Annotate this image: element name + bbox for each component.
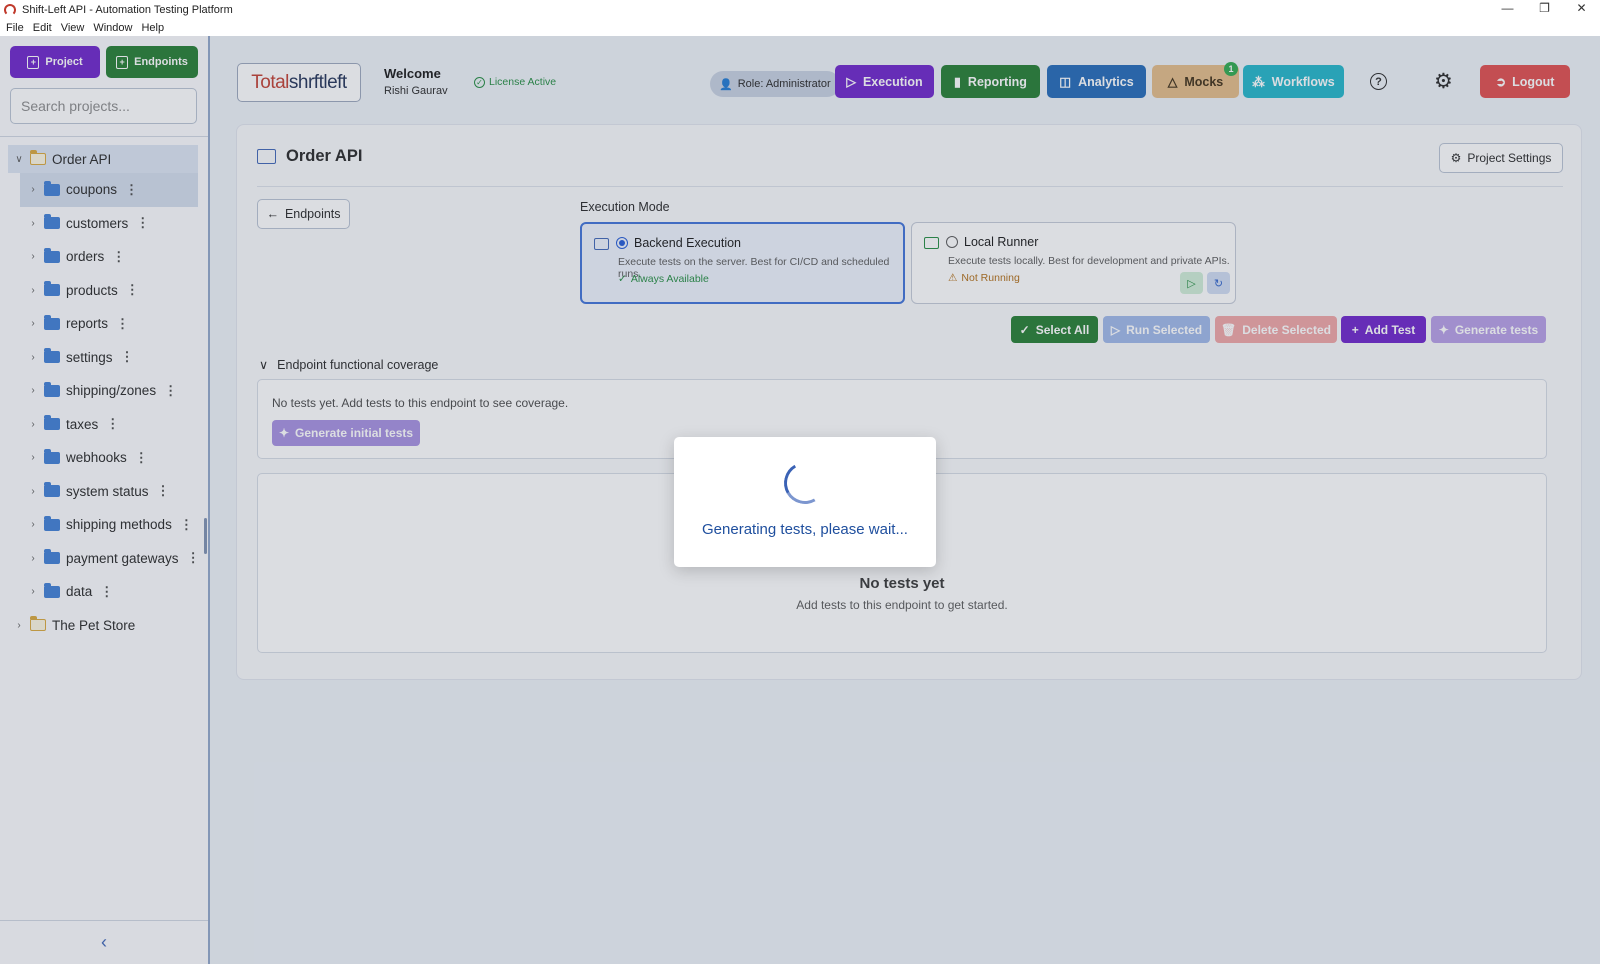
menu-help[interactable]: Help — [141, 22, 164, 34]
loading-dialog: Generating tests, please wait... — [674, 437, 936, 567]
menu-file[interactable]: File — [6, 22, 24, 34]
menu-bar: File Edit View Window Help — [0, 19, 1600, 36]
menu-window[interactable]: Window — [93, 22, 132, 34]
window-title-bar: Shift-Left API - Automation Testing Plat… — [0, 0, 1600, 19]
app-icon — [4, 3, 16, 16]
menu-view[interactable]: View — [61, 22, 85, 34]
close-icon[interactable]: ✕ — [1563, 0, 1600, 19]
restore-icon[interactable]: ❐ — [1526, 0, 1563, 19]
menu-edit[interactable]: Edit — [33, 22, 52, 34]
window-title: Shift-Left API - Automation Testing Plat… — [22, 3, 233, 16]
minimize-icon[interactable]: — — [1489, 0, 1526, 19]
loading-message: Generating tests, please wait... — [702, 521, 908, 538]
loading-spinner-icon — [779, 457, 831, 509]
